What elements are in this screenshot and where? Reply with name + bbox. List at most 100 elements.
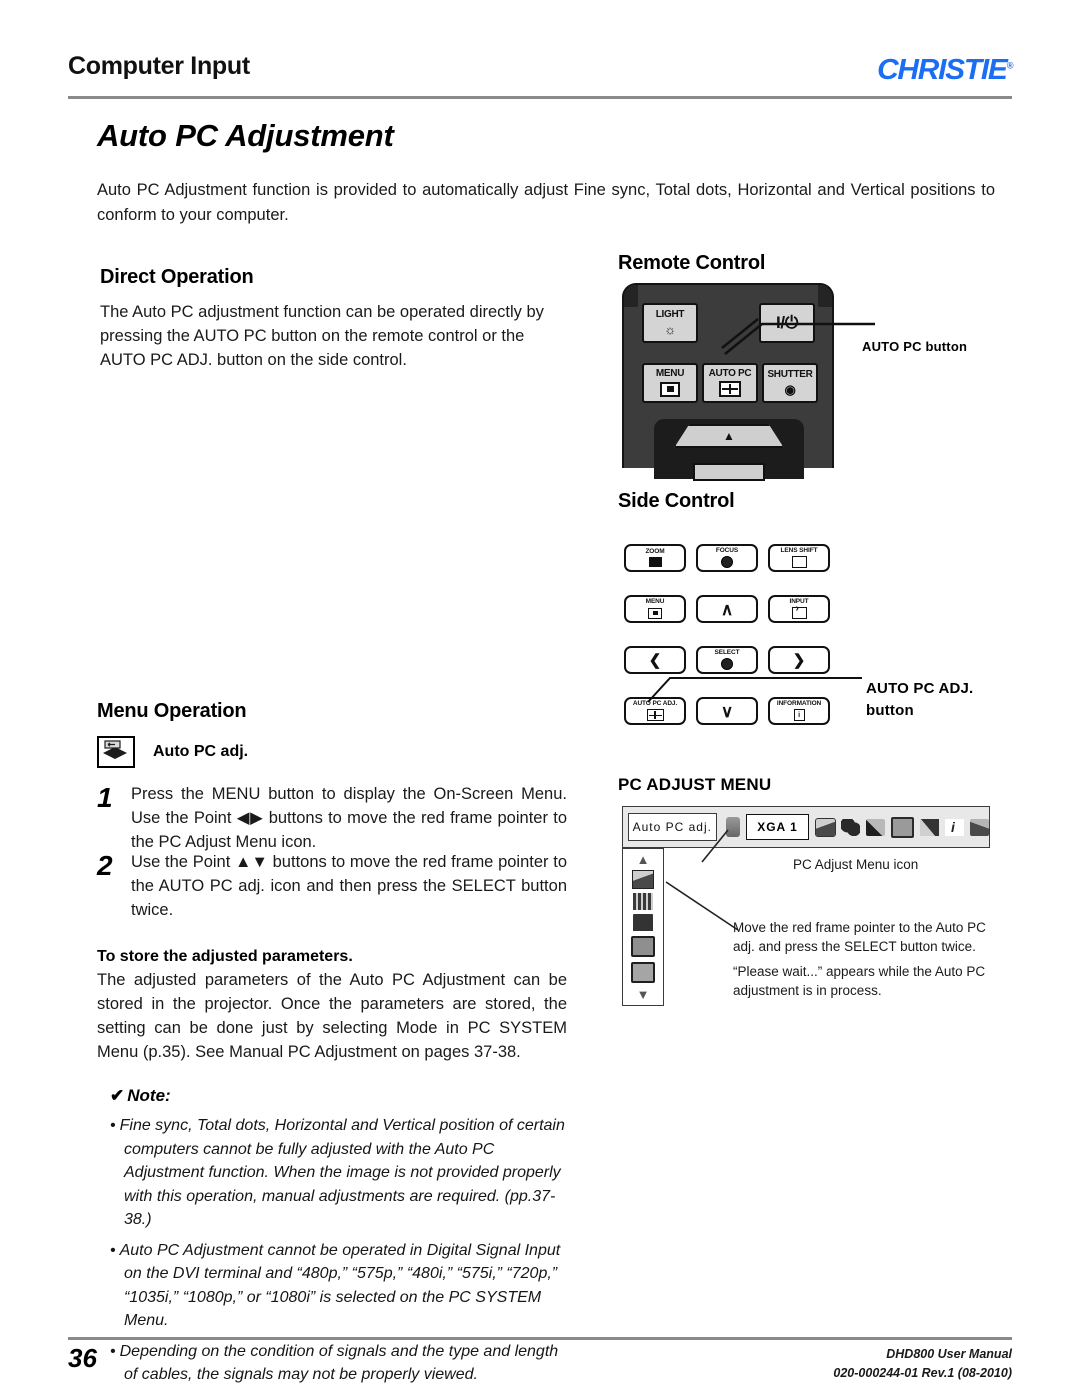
osd-sidebar-position-h-icon [631,936,655,958]
note-block: ✔Note: Fine sync, Total dots, Horizontal… [110,1086,570,1394]
side-up-button: ∧ [696,595,758,623]
page-title: Auto PC Adjustment [97,118,394,153]
side-menu-button: MENU [624,595,686,623]
remote-menu-button: MENU [642,363,698,403]
side-auto-pc-adj-callout: AUTO PC ADJ. button [866,678,973,722]
side-callout-line2: button [866,702,914,719]
move-crosshair-icon [646,709,664,722]
osd-color-adjust-icon [841,818,860,836]
store-parameters-block: To store the adjusted parameters. The ad… [97,948,567,1064]
note-item: Fine sync, Total dots, Horizontal and Ve… [110,1114,570,1232]
manual-page: Computer Input CHRISTIE® Auto PC Adjustm… [0,0,1080,1397]
page-number: 36 [68,1343,97,1373]
pc-adjust-menu-instruction: Move the red frame pointer to the Auto P… [733,920,986,954]
remote-dpad: ▲ [654,419,804,481]
focus-icon [721,556,733,569]
step-item: 2 Use the Point ▲▼ buttons to move the r… [97,850,567,922]
osd-icon-row [815,816,989,838]
osd-sidebar-position-v-icon [631,962,655,984]
christie-logo: CHRISTIE® [876,54,1013,87]
menu-square-icon [648,607,662,619]
move-crosshair-icon [719,381,741,398]
auto-pc-adj-icon [97,736,135,768]
osd-sidebar-leader [665,881,739,931]
osd-sidebar-fine-sync-icon [633,892,653,910]
store-parameters-body: The adjusted parameters of the Auto PC A… [97,971,567,1061]
side-auto-pc-adj-callout-leader [647,677,862,703]
remote-light-button: LIGHT ☼ [642,303,698,343]
remote-control-illustration: LIGHT ☼ I/⏻ MENU AUTO PC SHUTTER ◉ ▲ [622,283,834,481]
store-parameters-heading: To store the adjusted parameters. [97,948,353,965]
osd-scroll-up-icon: ▲ [636,852,650,867]
osd-image-select-icon [866,818,885,836]
remote-light-label: LIGHT [655,309,685,321]
osd-scroll-down-icon: ▼ [636,986,650,1002]
osd-screen-icon [891,816,914,838]
page-header: Computer Input CHRISTIE® [68,52,1013,100]
side-zoom-button: ZOOM [624,544,686,572]
direct-operation-body: The Auto PC adjustment function can be o… [100,303,544,369]
remote-shutter-button: SHUTTER ◉ [762,363,818,403]
osd-mode-value: XGA 1 [745,814,809,840]
input-icon [791,604,807,620]
footer-divider [68,1337,1012,1340]
pc-adjust-menu-wait-note: “Please wait...” appears while the Auto … [733,964,986,998]
side-focus-label: FOCUS [715,546,739,554]
side-callout-line1: AUTO PC ADJ. [866,680,974,697]
osd-sidebar: ▲ ▼ [622,848,664,1006]
side-select-label: SELECT [714,648,740,656]
lens-shift-icon [791,556,807,569]
footer-manual-name: DHD800 User Manual [886,1347,1012,1361]
dpad-up-button: ▲ [674,424,784,448]
pc-adjust-menu-heading: PC ADJUST MENU [618,775,772,794]
osd-sidebar-total-dots-icon [633,914,653,932]
side-input-button: INPUT [768,595,830,623]
side-lens-shift-label: LENS SHIFT [780,546,818,554]
remote-auto-pc-button: AUTO PC [702,363,758,403]
footer-meta: DHD800 User Manual 020-000244-01 Rev.1 (… [833,1345,1012,1383]
chevron-down-icon: ∨ [720,701,734,721]
auto-pc-button-callout: AUTO PC button [862,339,968,354]
side-input-label: INPUT [789,597,809,605]
step-number: 2 [97,850,113,881]
registered-mark-icon: ® [1006,60,1013,71]
chevron-up-icon: ∧ [720,599,734,619]
shutter-icon: ◉ [784,381,796,397]
auto-pc-callout-leader [721,318,875,355]
checkmark-icon: ✔ [110,1086,125,1105]
step-number: 1 [97,782,113,813]
menu-square-icon [660,381,680,397]
side-focus-button: FOCUS [696,544,758,572]
side-control-heading: Side Control [618,490,735,512]
logo-text: CHRISTIE [876,54,1008,86]
sun-icon: ☼ [664,321,676,337]
remote-auto-pc-label: AUTO PC [708,367,752,379]
direct-operation-heading: Direct Operation [100,266,254,288]
dpad-center-button [693,463,765,481]
side-lens-shift-button: LENS SHIFT [768,544,830,572]
remote-control-heading: Remote Control [618,252,766,274]
osd-menu-bar: Auto PC adj. XGA 1 [622,806,990,848]
step-text: Press the MENU button to display the On-… [131,785,567,851]
side-zoom-label: ZOOM [645,547,665,555]
osd-sidebar-pc-adjust-icon [632,869,654,889]
note-item: Depending on the condition of signals an… [110,1340,570,1387]
information-icon: i [793,709,805,722]
auto-pc-adj-icon-label: Auto PC adj. [153,743,249,760]
osd-pc-adjust-icon [815,817,836,837]
auto-pc-adj-glyph [103,740,127,759]
remote-shutter-label: SHUTTER [767,369,813,381]
pc-adjust-icon-leader [701,829,729,863]
side-menu-label: MENU [645,598,665,606]
note-heading-label: Note: [127,1086,171,1105]
note-item: Auto PC Adjustment cannot be operated in… [110,1239,570,1333]
remote-menu-label: MENU [655,368,685,380]
menu-operation-heading: Menu Operation [97,700,247,722]
pc-adjust-menu-icon-caption: PC Adjust Menu icon [793,857,919,872]
footer-part-number: 020-000244-01 Rev.1 (08-2010) [833,1366,1012,1380]
step-item: 1 Press the MENU button to display the O… [97,782,567,854]
osd-sound-icon [970,818,989,836]
zoom-icon [648,557,662,568]
intro-paragraph: Auto PC Adjustment function is provided … [97,181,995,224]
osd-setting-pen-icon [920,818,939,836]
